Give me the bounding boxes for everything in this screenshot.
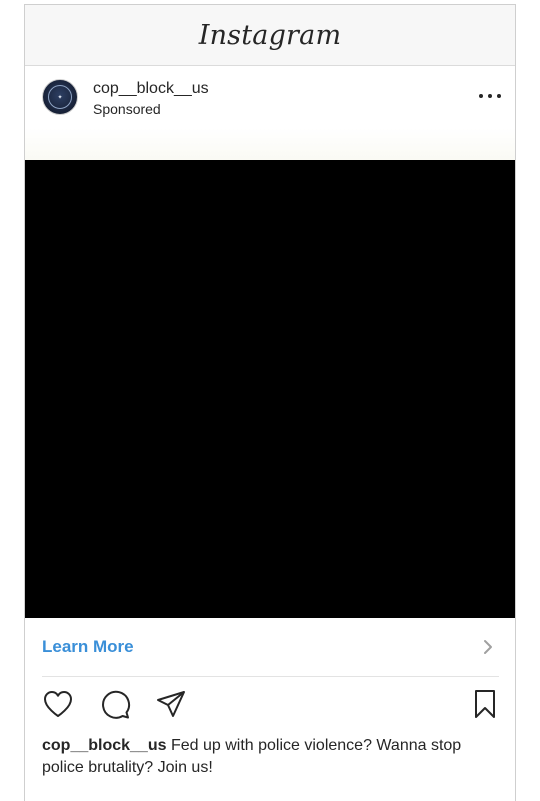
post-caption: cop__block__us Fed up with police violen… [42, 735, 502, 779]
media-top-strip [25, 128, 515, 160]
learn-more-button[interactable]: Learn More [25, 618, 515, 676]
avatar-badge-icon: ✦ [48, 85, 72, 109]
learn-more-label: Learn More [42, 637, 134, 656]
chevron-right-icon [484, 640, 492, 654]
post-media[interactable] [25, 160, 515, 618]
post-header: ✦ cop__block__us Sponsored [25, 66, 515, 128]
heart-icon[interactable] [42, 688, 74, 720]
more-dot [497, 94, 501, 98]
app-header: Instagram [25, 5, 515, 66]
divider [42, 676, 499, 677]
send-icon[interactable] [155, 688, 187, 720]
comment-icon[interactable] [99, 688, 131, 720]
bookmark-icon[interactable] [469, 688, 501, 720]
app-logo[interactable]: Instagram [199, 20, 342, 51]
avatar[interactable]: ✦ [42, 79, 78, 115]
action-bar [25, 685, 515, 725]
more-dot [488, 94, 492, 98]
post-frame: Instagram ✦ cop__block__us Sponsored Lea… [24, 4, 516, 801]
caption-username[interactable]: cop__block__us [42, 737, 167, 754]
more-dot [479, 94, 483, 98]
post-username[interactable]: cop__block__us [93, 80, 209, 98]
more-options-icon[interactable] [479, 88, 501, 104]
sponsored-label: Sponsored [93, 101, 161, 117]
